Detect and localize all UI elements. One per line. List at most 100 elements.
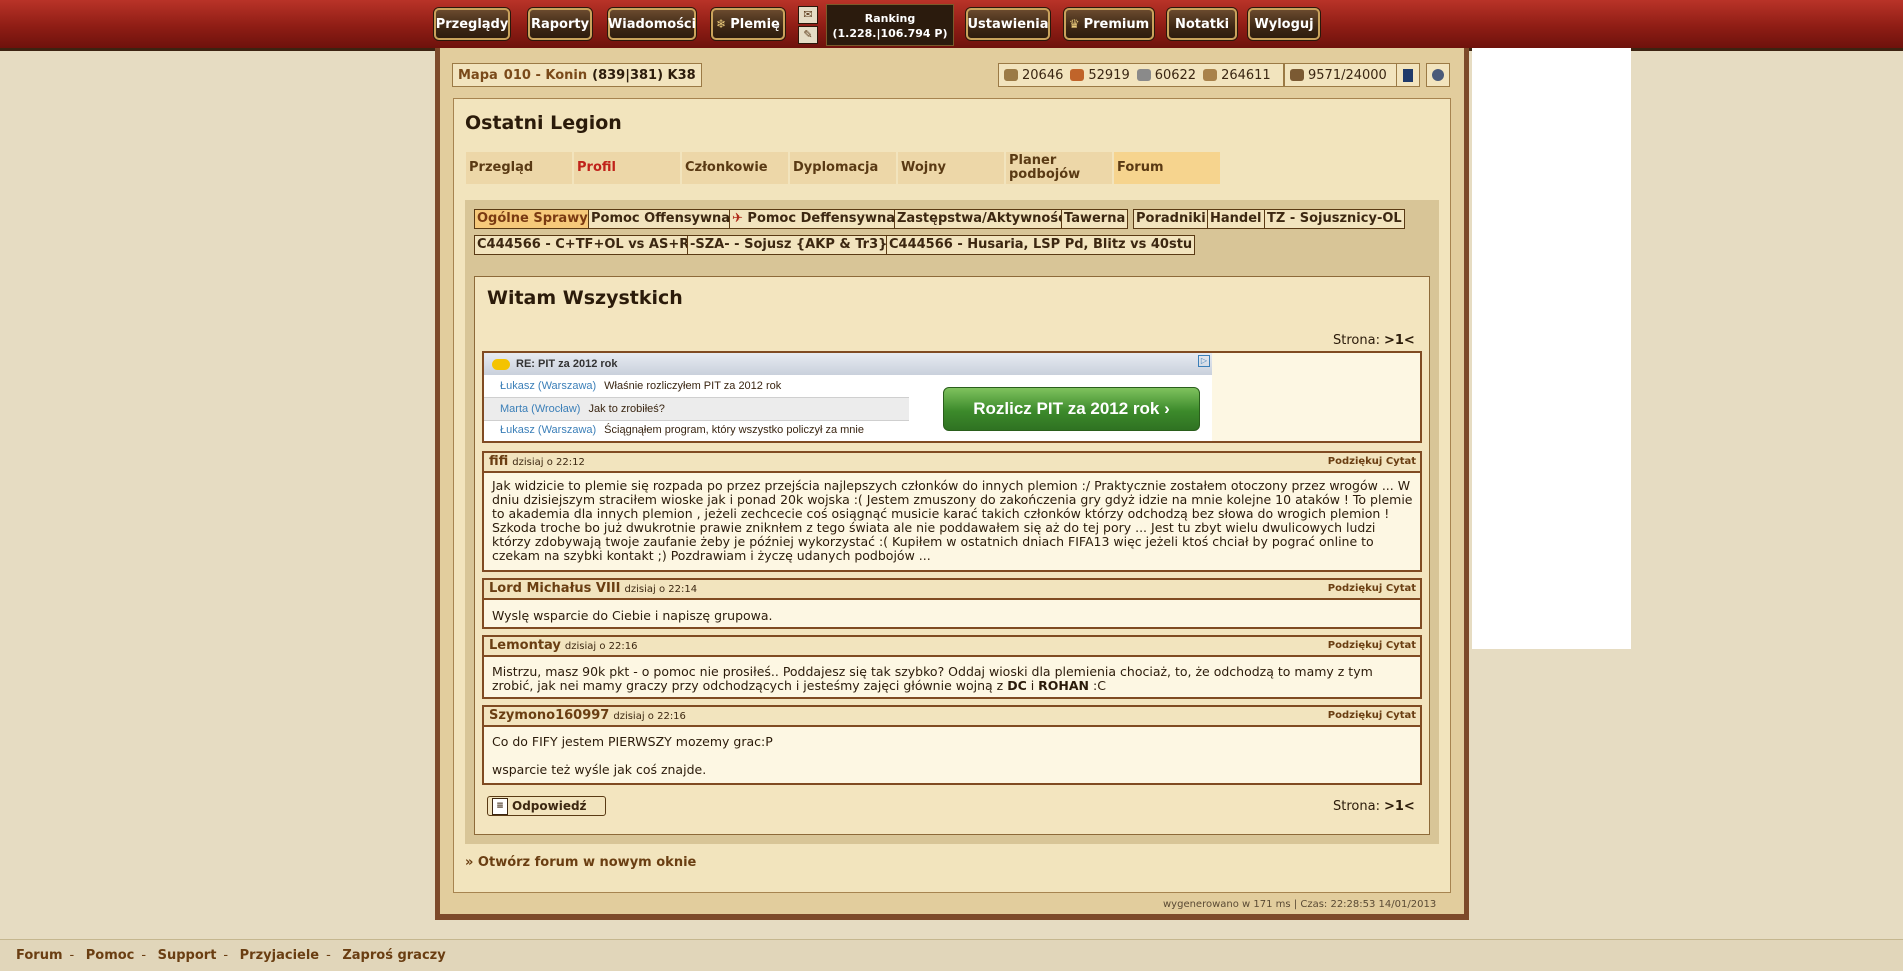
ranking-value: (1.228.|106.794 P): [832, 27, 948, 40]
tribe-tabs: Przegląd Profil Członkowie Dyplomacja Wo…: [466, 152, 1222, 184]
post-header: fifi dzisiaj o 22:12 Podziękuj Cytat: [484, 453, 1420, 473]
flag-button[interactable]: [1396, 63, 1420, 87]
subtab-c444566-a[interactable]: C444566 - C+TF+OL vs AS+R: [474, 235, 693, 255]
nav-premium-button[interactable]: ♛ Premium: [1064, 8, 1154, 40]
footer-link-invite[interactable]: Zaproś graczy: [342, 948, 445, 963]
farm-icon: [1290, 69, 1304, 81]
village-coords: (839|381) K38: [592, 67, 696, 83]
post-author[interactable]: fifi: [489, 454, 508, 469]
ad-info-icon[interactable]: ▷: [1198, 355, 1210, 367]
tab-diplomacy[interactable]: Dyplomacja: [790, 152, 896, 184]
village-name[interactable]: 010 - Konin: [504, 68, 587, 83]
clay-icon: [1070, 69, 1085, 81]
post-author[interactable]: Lemontay: [489, 638, 561, 653]
map-link[interactable]: Mapa: [458, 68, 498, 83]
subtab-sza[interactable]: -SZA- - Sojusz {AKP & Tr3}: [687, 235, 891, 255]
subtab-general[interactable]: Ogólne Sprawy: [474, 209, 591, 229]
profile-button[interactable]: [1426, 63, 1450, 87]
post-actions[interactable]: Podziękuj Cytat: [1328, 453, 1416, 471]
post-body: Mistrzu, masz 90k pkt - o pomoc nie pros…: [492, 664, 1373, 693]
post-date: dzisiaj o 22:16: [613, 711, 686, 722]
subtab-c444566-b[interactable]: C444566 - Husaria, LSP Pd, Blitz vs 40st…: [886, 235, 1196, 255]
post-actions[interactable]: Podziękuj Cytat: [1328, 707, 1416, 725]
post-actions[interactable]: Podziękuj Cytat: [1328, 580, 1416, 598]
subtab-allies[interactable]: TZ - Sojusznicy-OL: [1264, 209, 1405, 229]
tribe-icon: ❄: [716, 17, 727, 31]
nav-logout-button[interactable]: Wyloguj: [1248, 8, 1320, 40]
nav-notes-button[interactable]: Notatki: [1167, 8, 1237, 40]
post-header: Lord Michałus VIII dzisiaj o 22:14 Podzięk…: [484, 580, 1420, 600]
mail-icon[interactable]: ✉: [798, 6, 818, 24]
post-actions[interactable]: Podziękuj Cytat: [1328, 637, 1416, 655]
nav-overviews-button[interactable]: Przeglądy: [434, 8, 510, 40]
nav-tribe-button[interactable]: ❄ Plemię: [711, 8, 785, 40]
tab-members[interactable]: Członkowie: [682, 152, 788, 184]
ad-row: Łukasz (Warszawa) Ściągnąłem program, któ…: [500, 424, 864, 436]
post-author[interactable]: Szymono160997: [489, 708, 609, 723]
post-date: dzisiaj o 22:16: [564, 641, 638, 652]
pager-bottom: Strona: >1<: [1333, 799, 1415, 814]
post-body: Co do FIFY jestem PIERWSZY mozemy grac:P…: [492, 734, 773, 777]
wood-icon: [1004, 69, 1018, 81]
post-body: Wyslę wsparcie do Ciebie i napiszę grupo…: [492, 608, 773, 623]
population-bar: 9571/24000: [1284, 63, 1400, 87]
post-author[interactable]: Lord Michałus VIII: [489, 581, 621, 596]
subtab-guides[interactable]: Poradniki: [1133, 209, 1209, 229]
avatar-icon: [1432, 69, 1444, 81]
ranking-label: Ranking: [864, 12, 916, 25]
forum-notify-icon[interactable]: ✎: [798, 26, 818, 44]
tab-overview[interactable]: Przegląd: [466, 152, 572, 184]
iron-icon: [1136, 69, 1151, 81]
village-bar[interactable]: Mapa 010 - Konin (839|381) K38: [452, 63, 702, 87]
chat-bubble-icon: [492, 358, 510, 370]
tab-forum[interactable]: Forum: [1114, 152, 1220, 184]
storage-icon: [1203, 69, 1218, 81]
clay-resource: 52919: [1070, 68, 1130, 83]
ad-cta-button[interactable]: Rozlicz PIT za 2012 rok ›: [943, 387, 1200, 431]
footer-link-forum[interactable]: Forum: [16, 948, 63, 963]
subtab-trade[interactable]: Handel: [1207, 209, 1265, 229]
wood-resource: 20646: [1004, 68, 1063, 83]
footer-link-friends[interactable]: Przyjaciele: [240, 948, 319, 963]
tab-conquest-planner[interactable]: Planer podbojów: [1006, 152, 1112, 184]
nav-reports-button[interactable]: Raporty: [528, 8, 592, 40]
population-value: 9571/24000: [1308, 67, 1387, 83]
post-header: Lemontay dzisiaj o 22:16 Podziękuj Cytat: [484, 637, 1420, 657]
ad-header: RE: PIT za 2012 rok: [484, 353, 1212, 375]
ad-row: Marta (Wrocław) Jak to zrobiłeś?: [484, 397, 909, 421]
top-navigation-bar: Przeglądy Raporty Wiadomości ❄ Plemię ✉ ✎…: [0, 0, 1903, 51]
side-ad-area: [1472, 48, 1631, 649]
forum-post: fifi dzisiaj o 22:12 Podziękuj Cytat Jak w…: [482, 451, 1422, 572]
reply-button[interactable]: ≡ Odpowiedź: [487, 796, 606, 816]
subtab-defense-help[interactable]: ✈ Pomoc Deffensywna: [729, 209, 899, 229]
page-link[interactable]: >1<: [1384, 333, 1415, 348]
iron-resource: 60622: [1136, 68, 1196, 83]
forum-post: Szymono160997 dzisiaj o 22:16 Podziękuj Cy…: [482, 705, 1422, 785]
forum-post: Lemontay dzisiaj o 22:16 Podziękuj Cytat M…: [482, 635, 1422, 699]
footer-link-help[interactable]: Pomoc: [86, 948, 135, 963]
pager-top: Strona: >1<: [1333, 333, 1415, 348]
subtab-substitutes[interactable]: Zastępstwa/Aktywność: [894, 209, 1069, 229]
document-icon: ≡: [492, 798, 508, 815]
tab-wars[interactable]: Wojny: [898, 152, 1004, 184]
subtab-offense-help[interactable]: Pomoc Offensywna: [588, 209, 734, 229]
pin-icon: ✈: [732, 211, 748, 226]
open-forum-new-window-link[interactable]: » Otwórz forum w nowym oknie: [465, 855, 696, 870]
ranking-box[interactable]: Ranking (1.228.|106.794 P): [826, 4, 954, 46]
post-date: dzisiaj o 22:12: [512, 457, 585, 468]
nav-messages-button[interactable]: Wiadomości: [608, 8, 696, 40]
resource-bar: 20646 52919 60622 264611: [998, 63, 1284, 87]
subtab-tavern[interactable]: Tawerna: [1061, 209, 1129, 229]
ad-banner[interactable]: RE: PIT za 2012 rok ▷ Łukasz (Warszawa) W…: [484, 353, 1212, 441]
footer: Forum - Pomoc - Support - Przyjaciele - Zapr…: [0, 939, 1903, 971]
post-body: Jak widzicie to plemie się rozpada po pr…: [492, 478, 1413, 563]
storage-resource: 264611: [1203, 68, 1271, 83]
thread-title: Witam Wszystkich: [487, 287, 683, 309]
post-date: dzisiaj o 22:14: [624, 584, 698, 595]
post-header: Szymono160997 dzisiaj o 22:16 Podziękuj Cy…: [484, 707, 1420, 727]
page-link[interactable]: >1<: [1384, 799, 1415, 814]
tab-profile[interactable]: Profil: [574, 152, 680, 184]
footer-link-support[interactable]: Support: [158, 948, 217, 963]
ad-row: Łukasz (Warszawa) Właśnie rozliczyłem PIT…: [500, 380, 782, 392]
nav-settings-button[interactable]: Ustawienia: [966, 8, 1050, 40]
